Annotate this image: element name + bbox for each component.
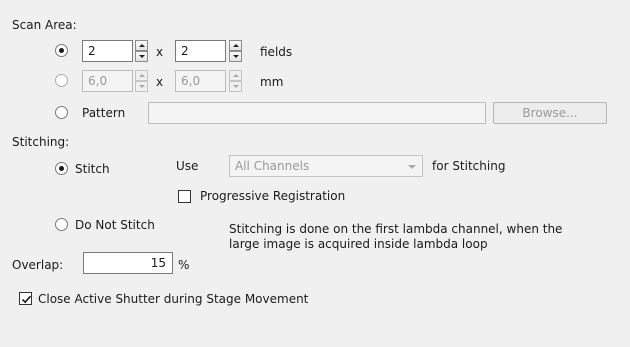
- pattern-radio[interactable]: [55, 106, 68, 119]
- pattern-path-input[interactable]: [148, 102, 486, 124]
- times-label: x: [156, 75, 164, 89]
- overlap-label: Overlap:: [12, 258, 64, 272]
- spin-down-icon: [139, 55, 145, 58]
- overlap-unit-label: %: [178, 258, 190, 272]
- spin-up-icon: [233, 74, 239, 77]
- pattern-label: Pattern: [82, 106, 126, 120]
- fields-x-spinner[interactable]: [135, 40, 148, 62]
- use-label: Use: [176, 159, 199, 173]
- channel-select[interactable]: All Channels: [229, 155, 423, 177]
- fields-y-spinner[interactable]: [229, 40, 242, 62]
- spin-up-icon: [233, 44, 239, 47]
- fields-y-input[interactable]: 2: [175, 40, 226, 62]
- fields-unit-label: fields: [260, 45, 293, 59]
- fields-x-input[interactable]: 2: [82, 40, 133, 62]
- scan-area-title: Scan Area:: [12, 18, 77, 32]
- spin-up-icon: [139, 44, 145, 47]
- browse-button[interactable]: Browse...: [493, 102, 607, 124]
- do-not-stitch-label: Do Not Stitch: [75, 218, 155, 232]
- mm-unit-label: mm: [260, 75, 284, 89]
- stitching-note-line1: Stitching is done on the first lambda ch…: [229, 222, 563, 236]
- stitch-label: Stitch: [75, 162, 110, 176]
- stitching-title: Stitching:: [12, 135, 70, 149]
- close-shutter-checkbox[interactable]: [19, 292, 32, 305]
- dropdown-arrow-icon: [408, 165, 416, 169]
- mm-y-spinner[interactable]: [229, 70, 242, 92]
- mm-radio[interactable]: [55, 74, 68, 87]
- progressive-registration-label: Progressive Registration: [200, 189, 346, 203]
- mm-x-input[interactable]: 6,0: [82, 70, 133, 92]
- times-label: x: [156, 45, 164, 59]
- spin-up-icon: [139, 74, 145, 77]
- mm-y-input[interactable]: 6,0: [175, 70, 226, 92]
- checkmark-icon: [21, 295, 32, 304]
- spin-down-icon: [233, 55, 239, 58]
- mm-x-spinner[interactable]: [135, 70, 148, 92]
- do-not-stitch-radio[interactable]: [55, 218, 68, 231]
- close-shutter-label: Close Active Shutter during Stage Moveme…: [38, 292, 309, 306]
- stitch-radio[interactable]: [55, 162, 68, 175]
- progressive-registration-checkbox[interactable]: [178, 190, 191, 203]
- spin-down-icon: [233, 85, 239, 88]
- stitching-note-line2: large image is acquired inside lambda lo…: [229, 237, 488, 251]
- overlap-input[interactable]: 15: [83, 252, 173, 274]
- channel-select-value: All Channels: [235, 159, 310, 173]
- fields-radio[interactable]: [55, 44, 68, 57]
- for-stitching-label: for Stitching: [432, 159, 506, 173]
- spin-down-icon: [139, 85, 145, 88]
